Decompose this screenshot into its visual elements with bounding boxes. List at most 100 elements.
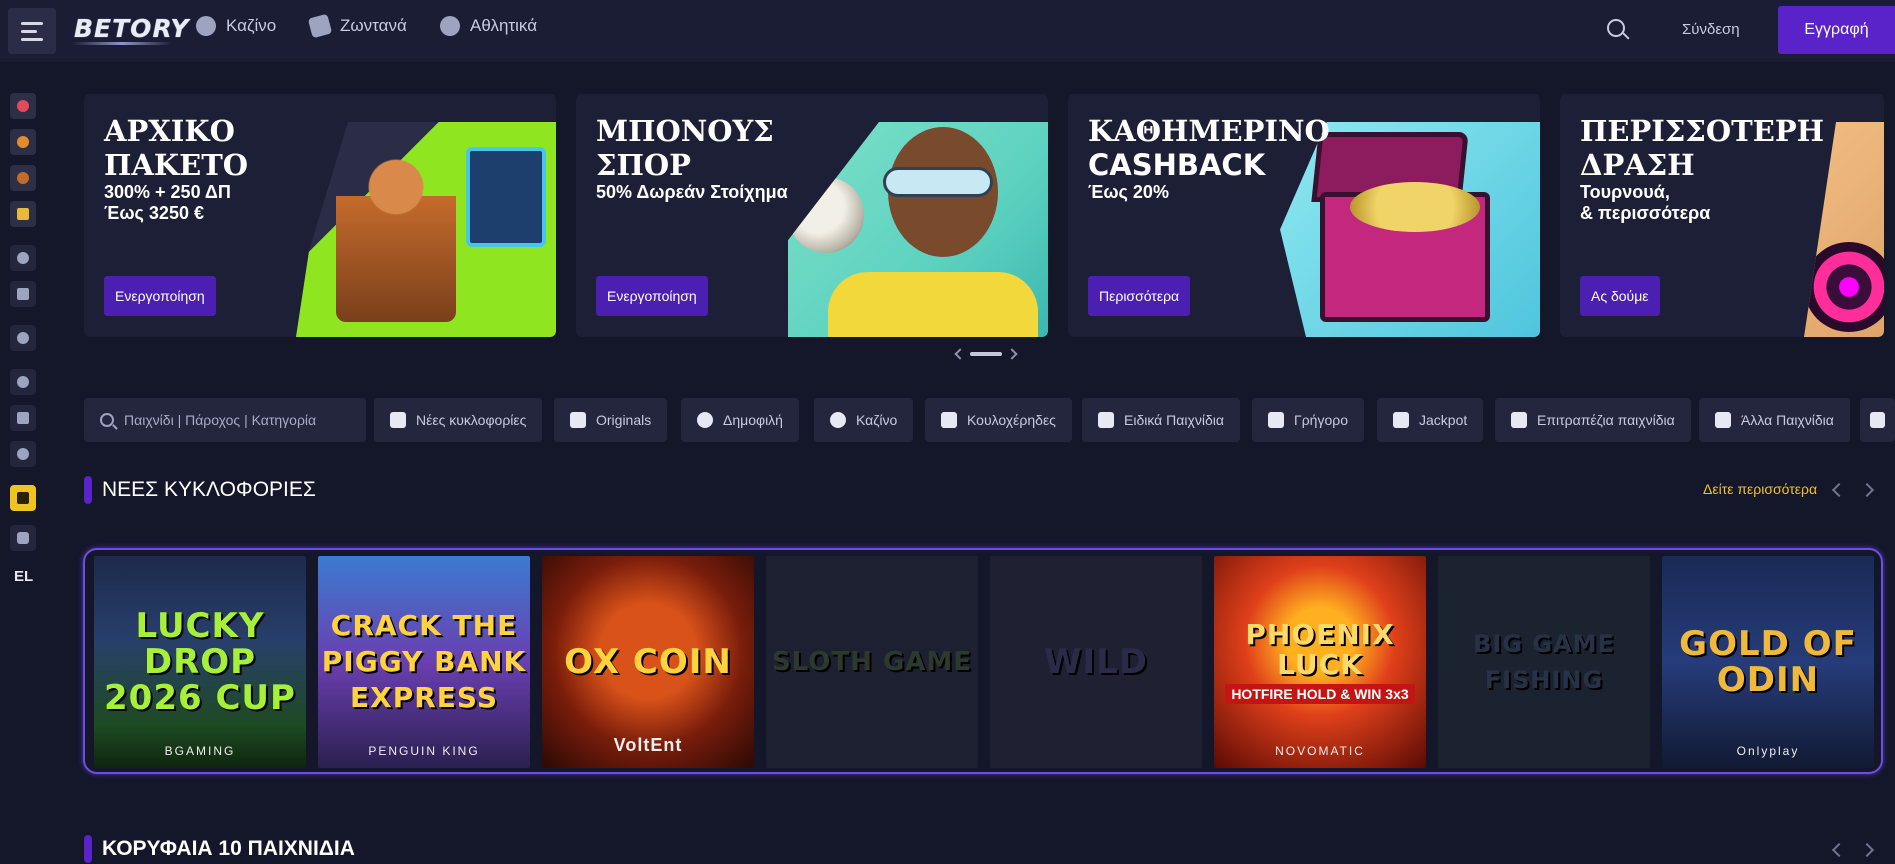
- betory-b-icon: [570, 412, 586, 428]
- download-icon[interactable]: [10, 485, 36, 511]
- grid-icon: [1715, 412, 1731, 428]
- search-icon[interactable]: [1607, 19, 1625, 37]
- nav-casino[interactable]: Καζίνο: [196, 16, 276, 36]
- brand-logo[interactable]: BETORY: [74, 14, 190, 43]
- basketball-icon: [440, 16, 460, 36]
- game-provider: NOVOMATIC: [1275, 744, 1365, 758]
- search-icon: [100, 413, 114, 427]
- game-search-field[interactable]: [84, 398, 366, 442]
- trophy-icon[interactable]: [10, 201, 36, 227]
- users-icon[interactable]: [10, 441, 36, 467]
- promo-banner-welcome[interactable]: ΑΡΧΙΚΟ ΠΑΚΕΤΟ 300% + 250 ΔΠ Έως 3250 € Ενε…: [84, 94, 556, 337]
- logo-swoosh: [72, 42, 172, 45]
- basketball-icon[interactable]: [10, 325, 36, 351]
- banner-subtitle: Τουρνουά, & περισσότερα: [1580, 182, 1711, 223]
- section-accent-bar: [84, 835, 92, 863]
- game-title: PHOENIX LUCK: [1245, 618, 1395, 681]
- game-tile[interactable]: GOLD OF ODIN Onlyplay: [1662, 556, 1874, 768]
- flame-icon: [697, 412, 713, 428]
- ball-icon[interactable]: [10, 165, 36, 191]
- game-title: LUCKY DROP 2026 CUP: [104, 606, 296, 718]
- register-button[interactable]: Εγγραφή: [1778, 6, 1895, 54]
- casino-chip-icon: [830, 412, 846, 428]
- promo-banner-sports[interactable]: ΜΠΟΝΟΥΣ ΣΠΟΡ 50% Δωρεάν Στοίχημα Ενεργοπο…: [576, 94, 1048, 337]
- game-title: OX COIN: [564, 642, 732, 682]
- chip-label: Γρήγορο: [1294, 412, 1348, 428]
- jackpot-icon: [1393, 412, 1409, 428]
- banner-title: ΜΠΟΝΟΥΣ ΣΠΟΡ: [596, 114, 774, 182]
- dice-icon[interactable]: [10, 281, 36, 307]
- carousel-next-icon[interactable]: [1006, 348, 1018, 360]
- sidebar: EL: [0, 82, 44, 602]
- chip-label: Νέες κυκλοφορίες: [416, 412, 527, 428]
- nav-sports[interactable]: Αθλητικά: [440, 16, 537, 36]
- dice-icon: [1870, 412, 1885, 428]
- chip-other-games[interactable]: Άλλα Παιχνίδια: [1699, 398, 1850, 442]
- seven-icon: [941, 412, 957, 428]
- game-title: GOLD OF ODIN: [1679, 624, 1857, 700]
- more-button[interactable]: Περισσότερα: [1088, 276, 1191, 316]
- hamburger-menu-icon[interactable]: [8, 8, 56, 54]
- game-tile[interactable]: LUCKY DROP 2026 CUP BGAMING: [94, 556, 306, 768]
- rocket-icon: [390, 412, 406, 428]
- game-subtitle: HOTFIRE HOLD & WIN 3x3: [1225, 684, 1415, 704]
- banner-subtitle: Έως 20%: [1088, 182, 1169, 202]
- chip-table-games[interactable]: Επιτραπέζια παιχνίδια: [1495, 398, 1691, 442]
- chevron-right-icon[interactable]: [1859, 842, 1875, 858]
- see-more-link[interactable]: Δείτε περισσότερα: [1703, 481, 1817, 497]
- activate-button[interactable]: Ενεργοποίηση: [104, 276, 216, 316]
- game-tile[interactable]: PHOENIX LUCK HOTFIRE HOLD & WIN 3x3 NOVO…: [1214, 556, 1426, 768]
- lets-see-button[interactable]: Ας δούμε: [1580, 276, 1660, 316]
- chip-overflow[interactable]: [1860, 398, 1895, 442]
- cart-icon: [1098, 412, 1114, 428]
- top-bar: BETORY Καζίνο Ζωντανά Αθλητικά Σύνδεση Ε…: [0, 0, 1895, 62]
- chip-originals[interactable]: Originals: [554, 398, 668, 442]
- language-selector[interactable]: EL: [14, 568, 33, 585]
- game-provider: Onlyplay: [1736, 744, 1800, 758]
- game-tile[interactable]: OX COIN VoltEnt: [542, 556, 754, 768]
- chip-new-releases[interactable]: Νέες κυκλοφορίες: [374, 398, 543, 442]
- chip-jackpot[interactable]: Jackpot: [1377, 398, 1484, 442]
- nav-sports-label: Αθλητικά: [470, 16, 538, 35]
- chip-slots[interactable]: Κουλοχέρηδες: [925, 398, 1072, 442]
- chip-popular[interactable]: Δημοφιλή: [681, 398, 799, 442]
- chevron-left-icon[interactable]: [1831, 482, 1847, 498]
- banner-subtitle: 50% Δωρεάν Στοίχημα: [596, 182, 788, 202]
- carousel-dot-active[interactable]: [970, 352, 1002, 356]
- chevron-left-icon[interactable]: [1831, 842, 1847, 858]
- game-tile[interactable]: BIG GAME FISHING: [1438, 556, 1650, 768]
- nav-live[interactable]: Ζωντανά: [307, 13, 407, 39]
- chat-icon[interactable]: [10, 525, 36, 551]
- nav-casino-label: Καζίνο: [226, 16, 277, 35]
- promo-banner-action[interactable]: ΠΕΡΙΣΣΟΤΕΡΗ ΔΡΑΣΗ Τουρνουά, & περισσότερα …: [1560, 94, 1884, 337]
- lightning-icon: [1268, 412, 1284, 428]
- crown-icon[interactable]: [10, 405, 36, 431]
- game-provider: BGAMING: [164, 744, 236, 758]
- casino-chip-icon: [196, 16, 216, 36]
- game-title: WILD: [1043, 642, 1149, 682]
- chip-fast[interactable]: Γρήγορο: [1252, 398, 1364, 442]
- login-button[interactable]: Σύνδεση: [1682, 21, 1740, 38]
- casino-chip-icon[interactable]: [10, 245, 36, 271]
- game-search-input[interactable]: [124, 412, 344, 428]
- chevron-right-icon[interactable]: [1859, 482, 1875, 498]
- chip-label: Δημοφιλή: [723, 412, 783, 428]
- chip-casino[interactable]: Καζίνο: [814, 398, 914, 442]
- pizza-icon[interactable]: [10, 129, 36, 155]
- carousel-prev-icon[interactable]: [954, 348, 966, 360]
- chip-special-games[interactable]: Ειδικά Παιχνίδια: [1082, 398, 1240, 442]
- game-tile[interactable]: WILD: [990, 556, 1202, 768]
- live-dice-icon: [307, 13, 333, 39]
- clock-icon[interactable]: [10, 369, 36, 395]
- banner-title: ΑΡΧΙΚΟ ΠΑΚΕΤΟ: [104, 114, 249, 182]
- game-tile[interactable]: SLOTH GAME: [766, 556, 978, 768]
- promo-banner-cashback[interactable]: ΚΑΘΗΜΕΡΙΝΟ CASHBACK Έως 20% Περισσότερα: [1068, 94, 1540, 337]
- activate-button[interactable]: Ενεργοποίηση: [596, 276, 708, 316]
- game-provider: PENGUIN KING: [368, 744, 480, 758]
- section-title: ΝΕΕΣ ΚΥΚΛΟΦΟΡΙΕΣ: [102, 478, 316, 501]
- crosshair-icon[interactable]: [10, 93, 36, 119]
- banner-art-footballer: [788, 122, 1048, 337]
- dice-icon: [1511, 412, 1527, 428]
- game-tile[interactable]: CRACK THE PIGGY BANK EXPRESS PENGUIN KIN…: [318, 556, 530, 768]
- banner-title: ΚΑΘΗΜΕΡΙΝΟ CASHBACK: [1088, 114, 1330, 182]
